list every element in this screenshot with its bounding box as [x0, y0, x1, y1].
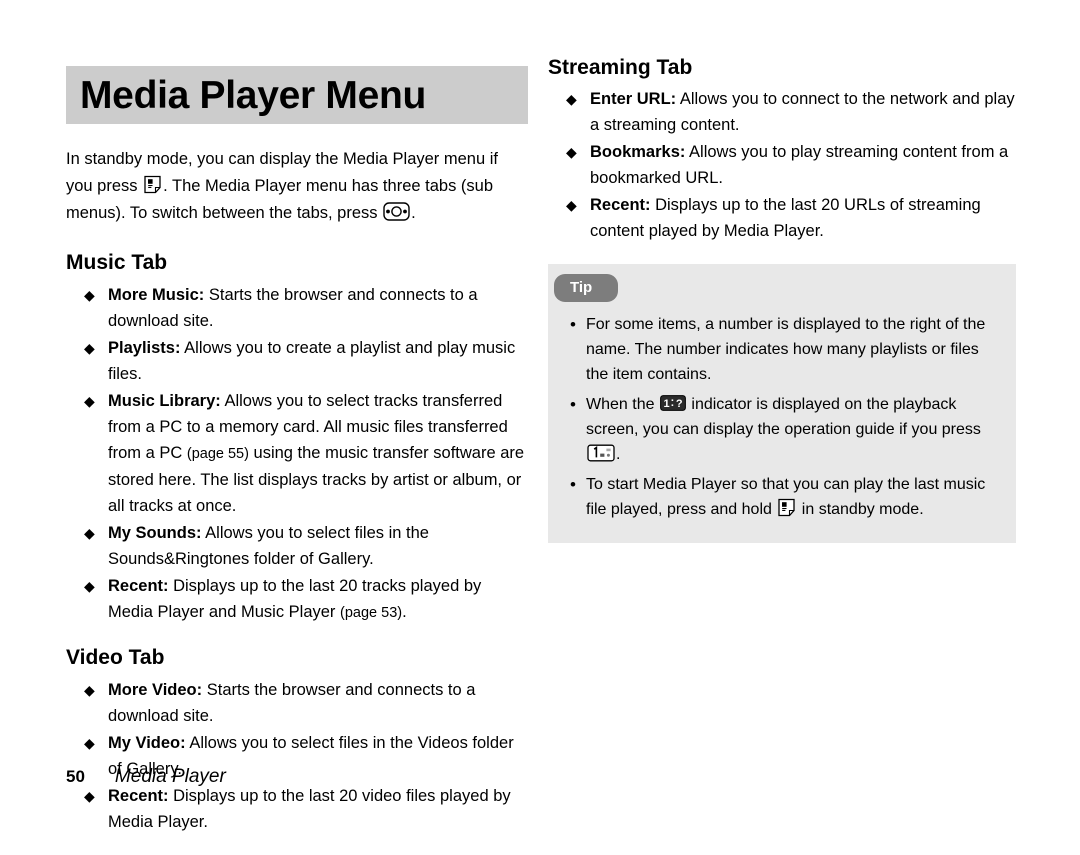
item-term: My Sounds: [108, 524, 202, 543]
bullet-list-video-tab: ◆ More Video: Starts the browser and conn… [66, 677, 528, 835]
item-term: My Video: [108, 734, 186, 753]
page-title-banner: Media Player Menu [66, 66, 528, 124]
item-term: Music Library: [108, 392, 221, 411]
item-term: More Video: [108, 681, 203, 700]
tip-label-badge: Tip [554, 274, 619, 303]
diamond-bullet-icon: ◆ [84, 578, 95, 595]
section-heading-music-tab: Music Tab [66, 251, 168, 274]
bullet-list-music-tab: ◆ More Music: Starts the browser and conn… [66, 282, 528, 626]
intro-paragraph: In standby mode, you can display the Med… [66, 146, 528, 227]
diamond-bullet-icon: ◆ [566, 91, 577, 108]
item-text: Displays up to the last 20 video files p… [108, 787, 511, 832]
diamond-bullet-icon: ◆ [84, 393, 95, 410]
svg-text:?: ? [676, 398, 683, 410]
page-reference: (page 53) [340, 605, 403, 622]
list-item: ◆ Music Library: Allows you to select tra… [66, 388, 528, 519]
section-heading-video-tab: Video Tab [66, 646, 165, 670]
list-item: • When the 1? indicator is displayed on t… [548, 392, 1002, 467]
number-key-1-icon [587, 444, 615, 462]
dot-bullet-icon: • [570, 395, 576, 415]
list-item: ◆ Bookmarks: Allows you to play streaming… [548, 139, 1016, 191]
list-item: ◆ My Sounds: Allows you to select files i… [66, 520, 528, 572]
navigation-key-icon [383, 202, 410, 221]
diamond-bullet-icon: ◆ [84, 682, 95, 699]
list-item: ◆ Recent: Displays up to the last 20 trac… [66, 573, 528, 626]
list-item: • For some items, a number is displayed t… [548, 312, 1002, 387]
page-footer: 50 Media Player [66, 766, 226, 788]
diamond-bullet-icon: ◆ [84, 340, 95, 357]
item-term: More Music: [108, 286, 205, 305]
item-term: Recent: [108, 787, 169, 806]
tip-text-post: . [616, 446, 621, 464]
svg-text:1: 1 [663, 398, 669, 410]
item-text-cont: . [402, 603, 407, 622]
diamond-bullet-icon: ◆ [84, 735, 95, 752]
diamond-bullet-icon: ◆ [84, 287, 95, 304]
page-reference: (page 55) [186, 446, 249, 463]
diamond-bullet-icon: ◆ [84, 525, 95, 542]
right-column: Streaming Tab ◆ Enter URL: Allows you to … [548, 56, 1016, 544]
tip-box: Tip • For some items, a number is display… [548, 264, 1016, 544]
item-term: Enter URL: [590, 90, 677, 109]
tip-text-pre: When the [586, 396, 659, 414]
dot-bullet-icon: • [570, 475, 576, 495]
footer-chapter-name: Media Player [114, 766, 226, 787]
left-column: Media Player Menu In standby mode, you c… [66, 66, 528, 855]
list-item: ◆ More Video: Starts the browser and conn… [66, 677, 528, 729]
tip-text-post: in standby mode. [797, 501, 924, 519]
list-item: ◆ Enter URL: Allows you to connect to the… [548, 86, 1016, 138]
item-term: Playlists: [108, 339, 181, 358]
list-item: ◆ More Music: Starts the browser and conn… [66, 282, 528, 334]
media-player-key-icon [777, 498, 796, 517]
list-item: ◆ Playlists: Allows you to create a playl… [66, 335, 528, 387]
list-item: • To start Media Player so that you can p… [548, 472, 1002, 522]
item-term: Bookmarks: [590, 143, 686, 162]
item-term: Recent: [108, 577, 169, 596]
page-title: Media Player Menu [80, 73, 427, 117]
dot-bullet-icon: • [570, 315, 576, 335]
tip-bullet-list: • For some items, a number is displayed t… [548, 312, 1016, 522]
diamond-bullet-icon: ◆ [566, 144, 577, 161]
diamond-bullet-icon: ◆ [566, 197, 577, 214]
section-heading-streaming-tab: Streaming Tab [548, 56, 693, 79]
bullet-list-streaming-tab: ◆ Enter URL: Allows you to connect to the… [548, 86, 1016, 244]
list-item: ◆ Recent: Displays up to the last 20 vide… [66, 783, 528, 835]
media-player-key-icon [143, 175, 162, 194]
footer-page-number: 50 [66, 767, 85, 786]
manual-page: Media Player Menu In standby mode, you c… [0, 0, 1080, 831]
item-term: Recent: [590, 196, 651, 215]
intro-text-part3: . [411, 204, 416, 222]
playback-indicator-icon: 1? [660, 395, 686, 412]
tip-text: For some items, a number is displayed to… [586, 316, 986, 384]
list-item: ◆ Recent: Displays up to the last 20 URLs… [548, 192, 1016, 244]
